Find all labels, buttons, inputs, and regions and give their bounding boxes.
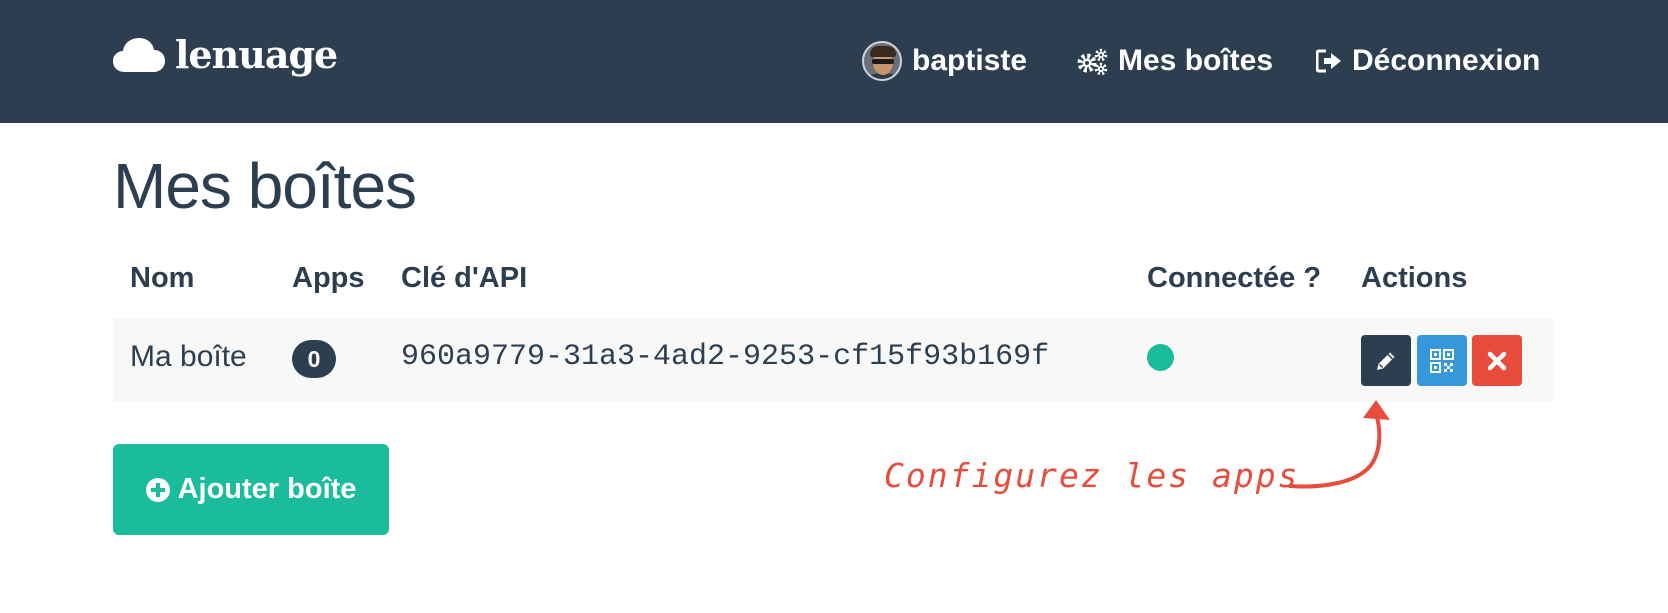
page-title: Mes boîtes (113, 150, 417, 222)
cloud-icon (113, 38, 165, 72)
pencil-icon (1377, 352, 1395, 370)
sign-out-icon (1316, 49, 1341, 73)
nav-logout[interactable]: Déconnexion (1316, 38, 1540, 84)
times-icon (1487, 351, 1507, 370)
box-name: Ma boîte (130, 340, 247, 373)
delete-button[interactable] (1472, 335, 1522, 386)
apps-count-badge: 0 (292, 340, 336, 378)
nav-user-label: baptiste (912, 44, 1028, 77)
nav-logout-label: Déconnexion (1352, 44, 1541, 77)
brand-name: lenuage (175, 32, 338, 77)
plus-circle-icon (145, 477, 170, 502)
gears-icon (1077, 48, 1108, 75)
column-header-api-key: Clé d'API (401, 262, 528, 294)
connected-status-dot (1147, 344, 1174, 371)
column-header-connected: Connectée ? (1147, 262, 1322, 294)
avatar (862, 41, 902, 81)
nav-my-boxes-label: Mes boîtes (1118, 44, 1274, 77)
edit-button[interactable] (1361, 335, 1411, 386)
nav-my-boxes[interactable]: Mes boîtes (1076, 38, 1273, 84)
column-header-name: Nom (130, 262, 195, 294)
nav-user[interactable]: baptiste (862, 38, 1027, 84)
brand-link[interactable]: lenuage (113, 32, 338, 77)
add-box-button[interactable]: Ajouter boîte (113, 444, 389, 535)
navbar: lenuage baptiste Mes boîtes Déconnexion (0, 0, 1668, 123)
qrcode-icon (1430, 348, 1454, 373)
annotation-arrow-icon (1288, 400, 1390, 489)
api-key: 960a9779-31a3-4ad2-9253-cf15f93b169f (401, 340, 1050, 374)
add-box-label: Ajouter boîte (177, 473, 357, 505)
annotation-text: Configurez les apps (884, 456, 1300, 495)
qrcode-button[interactable] (1417, 335, 1467, 386)
column-header-actions: Actions (1361, 262, 1468, 294)
column-header-apps: Apps (292, 262, 365, 294)
